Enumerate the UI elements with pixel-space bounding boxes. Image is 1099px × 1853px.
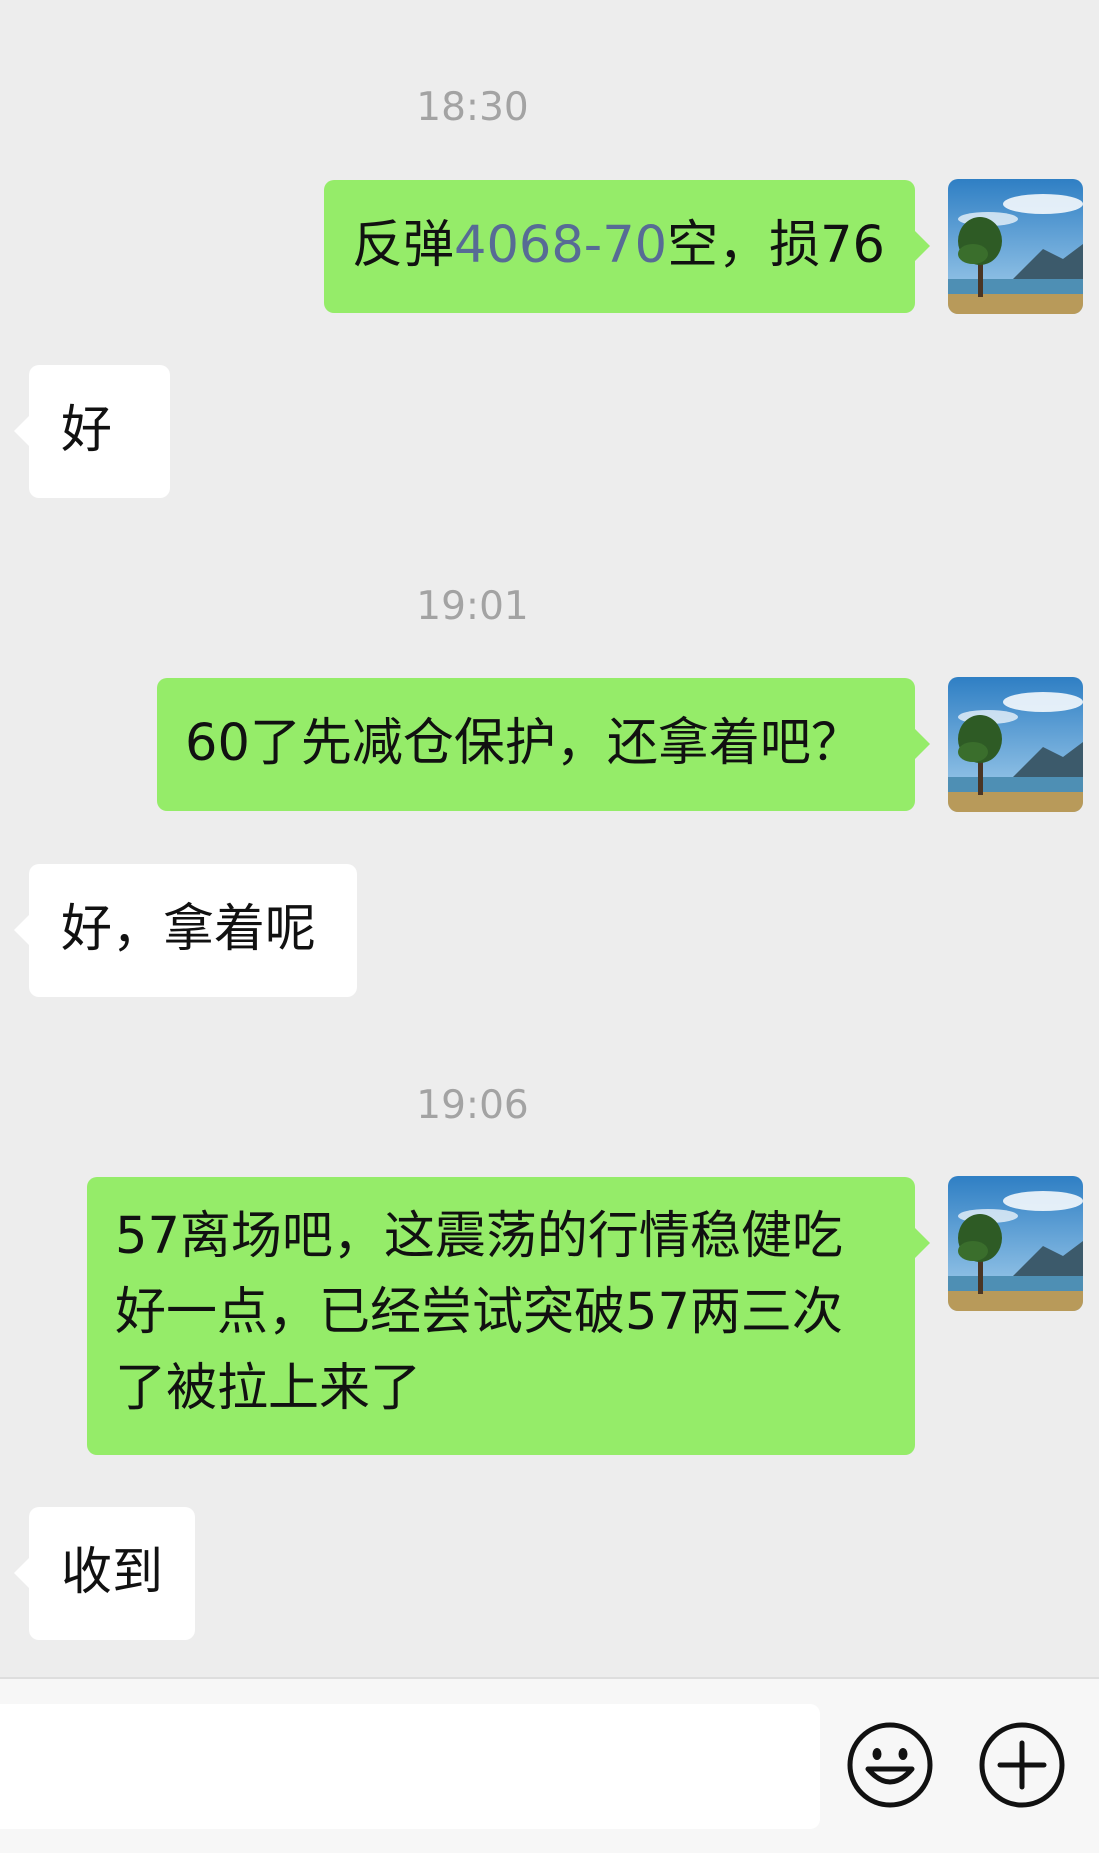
chat-window: 18:30 反弹4068-70空，损76 好 19:01 60了先减仓保护，还拿… [0, 0, 1099, 1853]
message-line: 57离场吧，这震荡的行情稳健吃 [115, 1207, 843, 1266]
more-button[interactable] [978, 1721, 1066, 1809]
message-text: 收到 [61, 1543, 164, 1602]
my-message-bubble[interactable]: 反弹4068-70空，损76 [324, 180, 930, 313]
my-avatar[interactable] [948, 677, 1083, 812]
other-message-bubble[interactable]: 好，拿着呢 [14, 864, 357, 997]
landscape-avatar-icon [948, 179, 1083, 314]
smiley-icon [847, 1722, 933, 1808]
other-message-bubble[interactable]: 收到 [14, 1507, 195, 1640]
other-message-bubble[interactable]: 好 [14, 365, 170, 498]
message-text: 反弹 [352, 216, 455, 275]
my-avatar[interactable] [948, 179, 1083, 314]
landscape-avatar-icon [948, 677, 1083, 812]
input-bar [0, 1677, 1099, 1853]
message-input[interactable] [0, 1704, 820, 1829]
emoji-button[interactable] [846, 1721, 934, 1809]
my-message-bubble[interactable]: 60了先减仓保护，还拿着吧？ [157, 678, 930, 811]
message-line: 了被拉上来了 [115, 1359, 422, 1418]
message-line: 好一点，已经尝试突破57两三次 [115, 1283, 843, 1342]
plus-circle-icon [979, 1722, 1065, 1808]
timestamp: 19:01 [416, 584, 529, 629]
timestamp: 19:06 [416, 1083, 529, 1128]
landscape-avatar-icon [948, 1176, 1083, 1311]
my-avatar[interactable] [948, 1176, 1083, 1311]
number-link[interactable]: 4068-70 [454, 216, 667, 275]
message-text: 60了先减仓保护，还拿着吧？ [185, 714, 862, 773]
message-text: 空，损76 [667, 216, 886, 275]
timestamp: 18:30 [416, 85, 529, 130]
message-text: 好 [61, 401, 113, 460]
my-message-bubble[interactable]: 57离场吧，这震荡的行情稳健吃 好一点，已经尝试突破57两三次 了被拉上来了 [87, 1177, 930, 1455]
message-text: 好，拿着呢 [61, 900, 317, 959]
